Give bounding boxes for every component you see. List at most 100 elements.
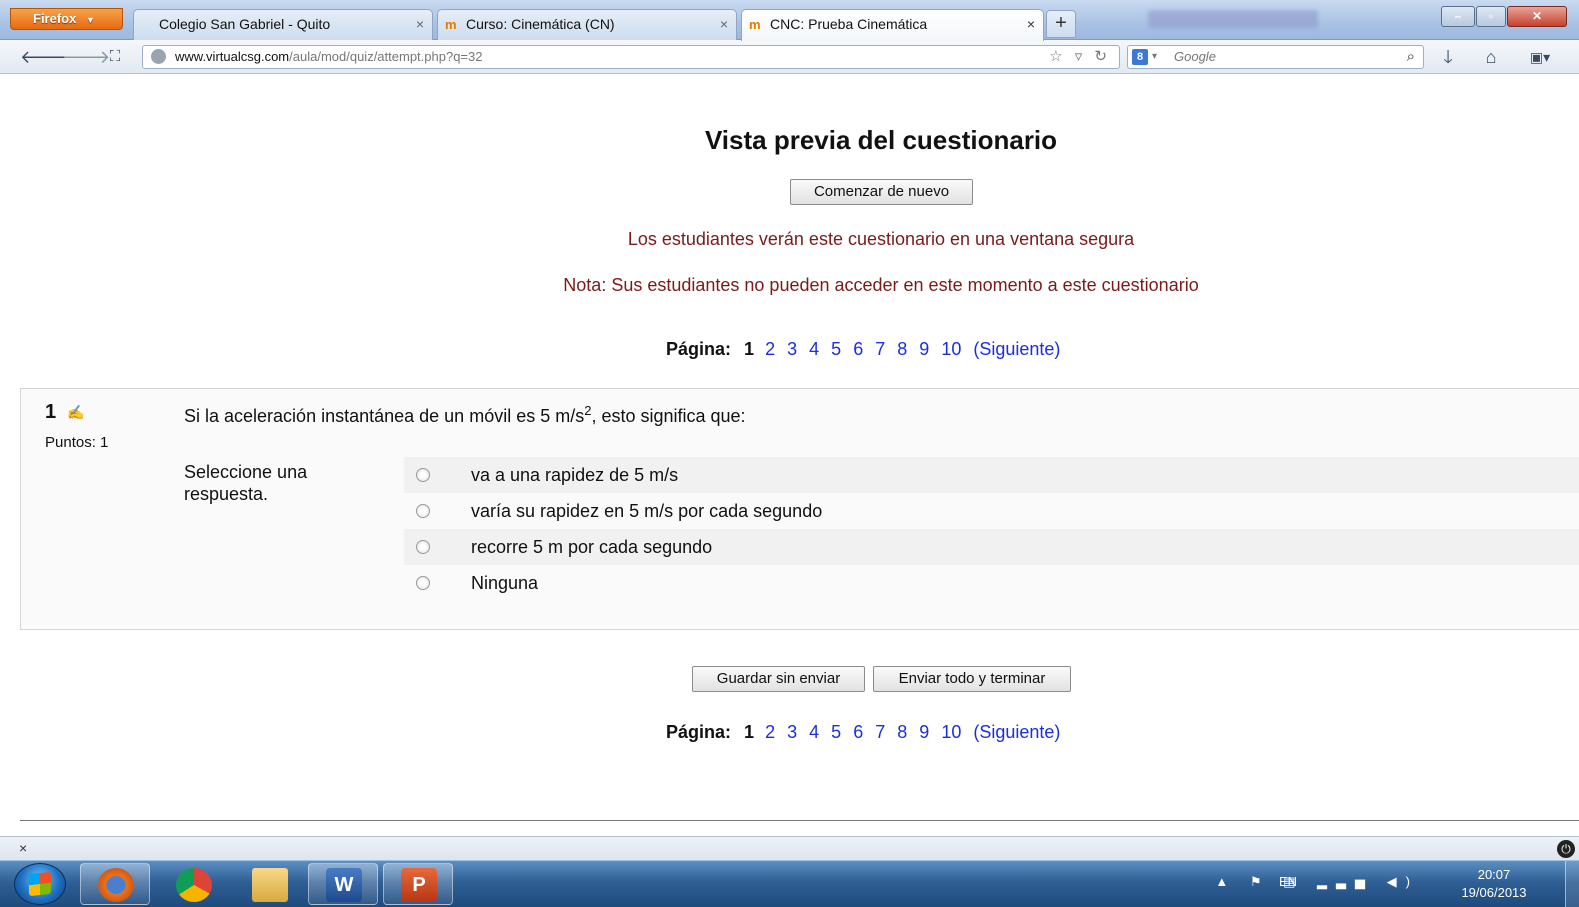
answer-label[interactable]: varía su rapidez en 5 m/s por cada segun…: [471, 493, 822, 529]
close-icon[interactable]: ×: [720, 10, 728, 39]
answer-list: va a una rapidez de 5 m/s varía su rapid…: [404, 457, 1579, 601]
search-icon[interactable]: ⌕: [1407, 46, 1415, 68]
pager-label: Página:: [666, 722, 732, 742]
radio-button[interactable]: [416, 576, 430, 590]
close-icon[interactable]: ×: [19, 840, 27, 856]
pager-next-link[interactable]: (Siguiente): [973, 722, 1060, 742]
clock-time: 20:07: [1477, 867, 1511, 882]
moodle-icon: m: [445, 17, 457, 32]
pager-link[interactable]: 3: [787, 722, 797, 742]
pager-link[interactable]: 6: [853, 339, 863, 359]
window-title-blur: [1148, 10, 1318, 28]
tab-prueba-cinematica[interactable]: m CNC: Prueba Cinemática ×: [741, 9, 1044, 41]
moodle-icon: m: [749, 17, 761, 32]
pager-link[interactable]: 5: [831, 722, 841, 742]
answer-label[interactable]: va a una rapidez de 5 m/s: [471, 457, 678, 493]
back-arrow-icon[interactable]: 🡐: [20, 46, 68, 68]
answer-label[interactable]: recorre 5 m por cada segundo: [471, 529, 712, 565]
taskbar-chrome[interactable]: [158, 863, 228, 905]
close-icon[interactable]: ×: [1027, 10, 1035, 39]
question-card: 1 ✍ Puntos: 1 Si la aceleración instantá…: [20, 388, 1579, 630]
folder-icon: [252, 868, 288, 902]
search-placeholder: Google: [1174, 49, 1216, 64]
home-icon[interactable]: ⌂: [1480, 46, 1502, 68]
pocket-icon[interactable]: ⛶: [104, 46, 126, 68]
addon-bar: × ⏻: [0, 836, 1579, 860]
notice-secure-window: Los estudiantes verán este cuestionario …: [627, 229, 1135, 249]
address-bar[interactable]: www.virtualcsg.com/aula/mod/quiz/attempt…: [142, 45, 1120, 69]
radio-button[interactable]: [416, 504, 430, 518]
pager-link[interactable]: 4: [809, 722, 819, 742]
bookmarks-menu-icon[interactable]: ▣▾: [1523, 46, 1557, 68]
chrome-icon: [176, 868, 212, 902]
pagination-top: Página: 1 2 3 4 5 6 7 8 9 10 (Siguiente): [666, 339, 1067, 360]
tab-colegio-san-gabriel[interactable]: Colegio San Gabriel - Quito ×: [133, 9, 433, 40]
globe-icon: [151, 49, 166, 64]
question-text-end: , esto significa que:: [591, 406, 746, 426]
pager-link[interactable]: 7: [875, 722, 885, 742]
pager-link[interactable]: 4: [809, 339, 819, 359]
url-domain: www.virtualcsg.com: [175, 49, 290, 64]
answer-option[interactable]: Ninguna: [404, 565, 1579, 601]
answer-option[interactable]: recorre 5 m por cada segundo: [404, 529, 1579, 565]
bookmark-star-icon[interactable]: ☆ ▿ ↻: [1049, 46, 1111, 68]
pager-link[interactable]: 9: [919, 339, 929, 359]
firefox-menu-button[interactable]: Firefox ▼: [10, 8, 123, 30]
taskbar-powerpoint[interactable]: P: [383, 863, 453, 905]
window-titlebar: Firefox ▼ Colegio San Gabriel - Quito × …: [0, 0, 1579, 41]
pager-link[interactable]: 7: [875, 339, 885, 359]
radio-button[interactable]: [416, 540, 430, 554]
answer-option[interactable]: varía su rapidez en 5 m/s por cada segun…: [404, 493, 1579, 529]
tab-label: CNC: Prueba Cinemática: [770, 16, 928, 32]
tab-curso-cinematica[interactable]: m Curso: Cinemática (CN) ×: [437, 9, 737, 40]
pager-link[interactable]: 10: [941, 722, 961, 742]
answer-option[interactable]: va a una rapidez de 5 m/s: [404, 457, 1579, 493]
tray-icons[interactable]: ▲ ⚑ ▤ ▂▃▅ ◀): [1215, 874, 1419, 890]
pager-link[interactable]: 10: [941, 339, 961, 359]
pager-link[interactable]: 3: [787, 339, 797, 359]
start-button[interactable]: [14, 863, 66, 905]
taskbar-firefox[interactable]: [80, 863, 150, 905]
windows-logo-icon: [29, 871, 51, 897]
question-number: 1: [45, 401, 57, 423]
answer-label[interactable]: Ninguna: [471, 565, 538, 601]
pager-link[interactable]: 2: [765, 722, 775, 742]
pager-link[interactable]: 9: [919, 722, 929, 742]
search-input[interactable]: 8 ▾ Google ⌕: [1127, 45, 1424, 69]
forward-arrow-icon[interactable]: 🡒: [62, 46, 110, 68]
taskbar-explorer[interactable]: [234, 863, 304, 905]
clock[interactable]: 20:07 19/06/2013: [1449, 866, 1539, 902]
close-window-button[interactable]: ✕: [1507, 6, 1567, 27]
google-icon[interactable]: 8: [1132, 49, 1148, 65]
divider: [20, 820, 1579, 821]
show-desktop-button[interactable]: [1565, 861, 1579, 907]
firefox-icon: [98, 868, 134, 902]
pager-link[interactable]: 5: [831, 339, 841, 359]
pager-link[interactable]: 2: [765, 339, 775, 359]
pager-link[interactable]: 8: [897, 722, 907, 742]
tab-label: Curso: Cinemática (CN): [466, 16, 615, 32]
pager-link[interactable]: 6: [853, 722, 863, 742]
edit-question-icon[interactable]: ✍: [67, 404, 84, 421]
page-content: Vista previa del cuestionario Comenzar d…: [9, 75, 1579, 835]
new-tab-button[interactable]: +: [1046, 10, 1076, 38]
pager-next-link[interactable]: (Siguiente): [973, 339, 1060, 359]
question-points: Puntos: 1: [45, 434, 109, 451]
download-icon[interactable]: 🡓: [1437, 46, 1459, 68]
powerpoint-icon: P: [401, 868, 437, 902]
pager-link[interactable]: 8: [897, 339, 907, 359]
close-icon[interactable]: ×: [416, 10, 424, 39]
power-icon[interactable]: ⏻: [1557, 840, 1575, 858]
notice-no-access: Nota: Sus estudiantes no pueden acceder …: [563, 275, 1199, 295]
firefox-menu-label: Firefox: [33, 11, 77, 26]
pager-current-page: 1: [744, 722, 755, 742]
taskbar-word[interactable]: W: [308, 863, 378, 905]
restart-button[interactable]: Comenzar de nuevo: [790, 179, 973, 205]
save-without-submit-button[interactable]: Guardar sin enviar: [692, 666, 865, 692]
radio-button[interactable]: [416, 468, 430, 482]
maximize-button[interactable]: ▫: [1476, 6, 1506, 27]
pager-label: Página:: [666, 339, 732, 359]
minimize-button[interactable]: –: [1441, 6, 1475, 27]
chevron-down-icon[interactable]: ▾: [1152, 46, 1157, 68]
submit-all-button[interactable]: Enviar todo y terminar: [873, 666, 1071, 692]
